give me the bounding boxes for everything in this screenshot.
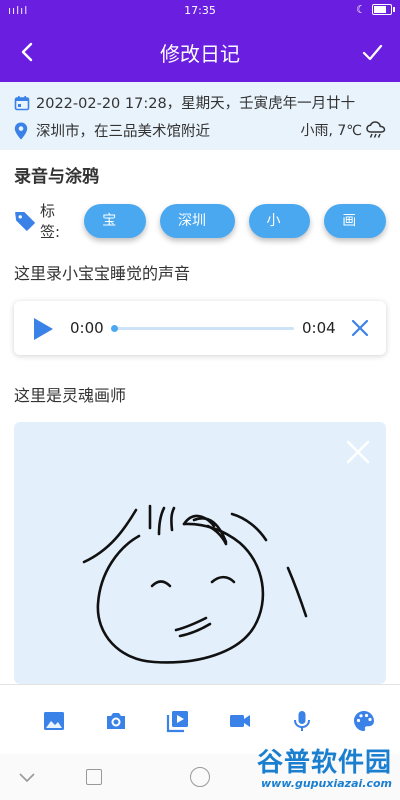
camera-icon[interactable] [104,709,128,733]
mic-icon[interactable] [290,709,314,733]
rain-cloud-icon [366,121,386,138]
watermark-url: www.gupuxiazai.com [261,777,392,790]
weather-text: 小雨, 7℃ [300,123,362,139]
audio-total-time: 0:04 [302,319,336,337]
doodle-drawing [82,504,308,664]
diary-title[interactable]: 录音与涂鸦 [14,162,99,187]
location-text: 深圳市，在三品美术馆附近 [36,124,210,140]
audio-player: 0:00 0:04 [14,301,386,355]
tag-chip[interactable]: 宝宝 [84,204,146,263]
moon-icon: ☾ [356,3,366,16]
page-title: 修改日记 [160,42,240,66]
datetime-text: 2022-02-20 17:28，星期天，壬寅虎年一月廿十 [36,96,356,112]
location-pin-icon [14,122,28,139]
tags-label: 标签: [40,202,61,241]
videocam-icon[interactable] [228,709,252,733]
audio-note-text[interactable]: 这里录小宝宝睡觉的声音 [14,260,190,284]
app-bar: 修改日记 [0,22,400,82]
image-icon[interactable] [42,709,66,733]
tag-chip[interactable]: 小雨 [248,204,311,263]
audio-current-time: 0:00 [70,319,104,337]
video-library-icon[interactable] [166,709,190,733]
nav-home-icon[interactable] [190,767,210,787]
palette-icon[interactable] [352,709,376,733]
audio-progress-bar[interactable] [111,325,294,332]
status-bar: ıılıl 17:35 ☾ [0,0,400,22]
doodle-canvas[interactable] [14,422,386,684]
watermark-text: 谷普软件园 [256,748,392,778]
nav-recents-icon[interactable] [86,769,102,785]
weather-info[interactable]: 小雨, 7℃ [300,120,386,140]
battery-icon [372,4,395,15]
nav-back-icon[interactable] [18,772,36,784]
location-row[interactable]: 深圳市，在三品美术馆附近 [14,120,210,141]
watermark: 谷普软件园 www.gupuxiazai.com [257,742,392,790]
close-drawing-icon[interactable] [346,440,370,464]
audio-progress-thumb[interactable] [111,325,118,332]
check-icon[interactable] [358,38,386,66]
date-row[interactable]: 2022-02-20 17:28，星期天，壬寅虎年一月廿十 [14,92,355,113]
tag-icon [15,212,35,231]
tag-chip[interactable]: 深圳市 [159,204,235,263]
close-icon[interactable] [351,319,369,337]
tag-chip[interactable]: 画画 [324,204,386,263]
status-time: 17:35 [184,4,216,17]
play-icon[interactable] [32,317,54,341]
tags-row: 标签: 宝宝 深圳市 小雨 画画 [14,200,400,263]
calendar-icon [14,95,30,110]
drawing-note-text[interactable]: 这里是灵魂画师 [14,382,126,406]
diary-meta-panel: 2022-02-20 17:28，星期天，壬寅虎年一月廿十 深圳市，在三品美术馆… [0,82,400,150]
